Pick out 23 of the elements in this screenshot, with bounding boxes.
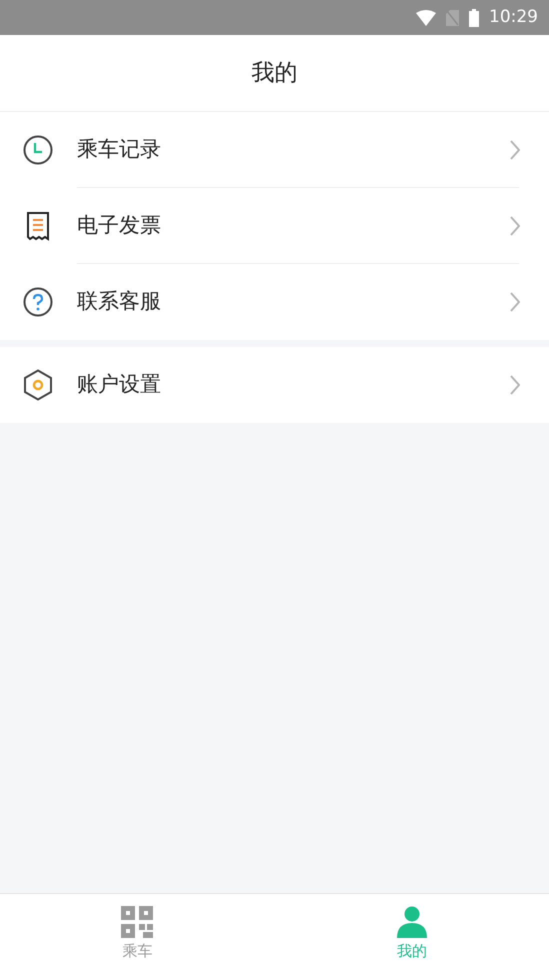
hexagon-icon [22, 369, 52, 401]
battery-icon [469, 8, 479, 26]
menu-label: 联系客服 [77, 288, 161, 316]
chevron-right-icon [510, 375, 520, 395]
menu-label: 乘车记录 [77, 136, 161, 164]
menu-label: 账户设置 [77, 371, 161, 398]
help-icon [22, 287, 52, 317]
chevron-right-icon [510, 216, 520, 236]
menu-item[interactable]: 联系客服 [0, 264, 549, 340]
receipt-icon [26, 211, 50, 241]
menu-item[interactable]: 电子发票 [0, 188, 549, 264]
status-time: 10:29 [489, 6, 538, 29]
menu-label: 电子发票 [77, 212, 161, 240]
clock-icon [22, 135, 52, 165]
person-icon [396, 906, 427, 938]
menu-item[interactable]: 账户设置 [0, 347, 549, 423]
chevron-right-icon [510, 140, 520, 160]
chevron-right-icon [510, 292, 520, 312]
sim-card-icon [446, 10, 459, 26]
wifi-icon [416, 10, 436, 26]
page-title: 我的 [252, 58, 298, 88]
menu-item[interactable]: 乘车记录 [0, 112, 549, 188]
qr-code-icon [121, 906, 154, 938]
